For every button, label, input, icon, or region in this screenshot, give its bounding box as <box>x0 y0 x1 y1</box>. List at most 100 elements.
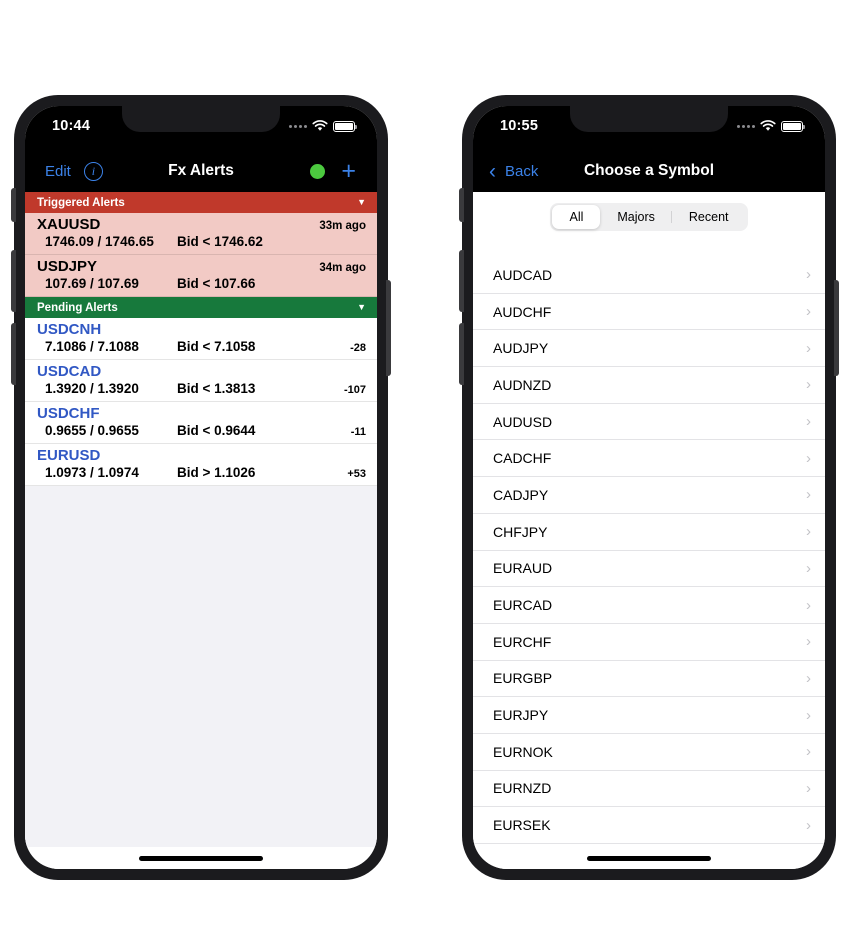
list-item[interactable]: EURNZD › <box>473 771 825 808</box>
phone-right-device: 10:55 ‹ Back Choose a Symbol All Majors … <box>459 95 839 880</box>
symbol-name: AUDJPY <box>493 340 549 357</box>
list-item[interactable]: EURAUD › <box>473 551 825 588</box>
symbol-name: EURCAD <box>493 597 553 614</box>
chevron-right-icon: › <box>806 486 811 504</box>
chevron-right-icon: › <box>806 706 811 724</box>
list-item[interactable]: AUDCHF › <box>473 294 825 331</box>
list-item[interactable]: CHFJPY › <box>473 514 825 551</box>
symbol-name: AUDCHF <box>493 303 552 320</box>
alert-timestamp: 34m ago <box>319 262 366 274</box>
table-row[interactable]: USDCHF 0.9655 / 0.9655 Bid < 0.9644 -11 <box>25 402 377 444</box>
chevron-right-icon: › <box>806 559 811 577</box>
table-row[interactable]: USDJPY 34m ago 107.69 / 107.69 Bid < 107… <box>25 255 377 297</box>
home-indicator[interactable] <box>587 855 711 861</box>
volume-down-button[interactable] <box>11 323 16 385</box>
chevron-right-icon: › <box>806 669 811 687</box>
wifi-icon <box>312 120 328 132</box>
volume-down-button[interactable] <box>459 323 464 385</box>
alert-condition: Bid < 1746.62 <box>177 234 263 249</box>
list-item[interactable]: AUDCAD › <box>473 257 825 294</box>
section-header-pending-label: Pending Alerts <box>37 301 118 314</box>
alert-price: 0.9655 / 0.9655 <box>45 423 139 438</box>
nav-left-group: Edit i <box>45 161 103 181</box>
volume-up-button[interactable] <box>459 250 464 312</box>
battery-icon <box>781 120 806 132</box>
alert-condition: Bid < 107.66 <box>177 276 256 291</box>
alert-price: 1.0973 / 1.0974 <box>45 465 139 480</box>
list-item[interactable]: EURNOK › <box>473 734 825 771</box>
list-item[interactable]: EURCAD › <box>473 587 825 624</box>
status-bar: 10:44 <box>25 106 377 150</box>
add-alert-button[interactable]: + <box>341 158 356 184</box>
status-bar: 10:55 <box>473 106 825 150</box>
power-button[interactable] <box>386 280 391 376</box>
symbol-name: EURNOK <box>493 743 553 760</box>
edit-button[interactable]: Edit <box>45 163 71 180</box>
chevron-left-icon[interactable]: ‹ <box>489 161 496 182</box>
alert-price: 7.1086 / 7.1088 <box>45 339 139 354</box>
chevron-right-icon: › <box>806 376 811 394</box>
table-row[interactable]: USDCNH 7.1086 / 7.1088 Bid < 7.1058 -28 <box>25 318 377 360</box>
chevron-right-icon: › <box>806 449 811 467</box>
phone-left-device: 10:44 Edit i Fx Alerts + Triggered Alert… <box>11 95 391 880</box>
table-row[interactable]: XAUUSD 33m ago 1746.09 / 1746.65 Bid < 1… <box>25 213 377 255</box>
section-header-pending[interactable]: Pending Alerts ▼ <box>25 297 377 318</box>
chevron-right-icon: › <box>806 816 811 834</box>
symbol-name: AUDCAD <box>493 266 553 283</box>
symbol-list: All Majors Recent AUDCAD › AUDCHF › AUDJ… <box>473 192 825 847</box>
alert-price: 1746.09 / 1746.65 <box>45 234 154 249</box>
chevron-right-icon: › <box>806 266 811 284</box>
home-indicator-area <box>25 847 377 869</box>
symbol-name: EURSEK <box>493 817 551 834</box>
signal-dots-icon <box>289 124 307 128</box>
alert-pips: +53 <box>347 468 366 480</box>
table-row[interactable]: EURUSD 1.0973 / 1.0974 Bid > 1.1026 +53 <box>25 444 377 486</box>
list-item[interactable]: EURCHF › <box>473 624 825 661</box>
symbol-name: EURGBP <box>493 670 553 687</box>
connection-status-dot-icon[interactable] <box>310 163 326 179</box>
chevron-right-icon: › <box>806 303 811 321</box>
status-bar-indicators <box>289 120 358 132</box>
mute-switch-button[interactable] <box>11 188 16 222</box>
list-item[interactable]: AUDNZD › <box>473 367 825 404</box>
wifi-icon <box>760 120 776 132</box>
home-indicator-area <box>473 847 825 869</box>
chevron-right-icon: › <box>806 596 811 614</box>
list-item[interactable]: EURGBP › <box>473 661 825 698</box>
battery-icon <box>333 120 358 132</box>
info-circle-icon[interactable]: i <box>83 161 103 181</box>
tab-majors[interactable]: Majors <box>600 205 672 229</box>
alert-price: 1.3920 / 1.3920 <box>45 381 139 396</box>
alert-condition: Bid < 7.1058 <box>177 339 256 354</box>
list-item[interactable]: CADCHF › <box>473 440 825 478</box>
fx-alerts-screen: 10:44 Edit i Fx Alerts + Triggered Alert… <box>25 106 377 869</box>
alert-condition: Bid < 0.9644 <box>177 423 256 438</box>
alert-symbol: EURUSD <box>37 447 101 464</box>
chevron-down-icon: ▼ <box>357 197 366 207</box>
alert-timestamp: 33m ago <box>319 220 366 232</box>
symbol-name: AUDNZD <box>493 376 552 393</box>
alert-price: 107.69 / 107.69 <box>45 276 139 291</box>
alerts-list: Triggered Alerts ▼ XAUUSD 33m ago 1746.0… <box>25 192 377 847</box>
mute-switch-button[interactable] <box>459 188 464 222</box>
list-item[interactable]: EURJPY › <box>473 697 825 734</box>
alert-pips: -28 <box>350 342 366 354</box>
section-header-triggered-label: Triggered Alerts <box>37 196 125 209</box>
alert-condition: Bid > 1.1026 <box>177 465 256 480</box>
list-item[interactable]: AUDJPY › <box>473 330 825 368</box>
home-indicator[interactable] <box>139 855 263 861</box>
symbol-name: EURAUD <box>493 560 553 577</box>
list-item[interactable]: AUDUSD › <box>473 404 825 441</box>
list-item[interactable]: EURSEK › <box>473 807 825 844</box>
volume-up-button[interactable] <box>11 250 16 312</box>
tab-all[interactable]: All <box>552 205 601 229</box>
status-bar-time: 10:55 <box>500 118 539 134</box>
power-button[interactable] <box>834 280 839 376</box>
section-header-triggered[interactable]: Triggered Alerts ▼ <box>25 192 377 213</box>
chevron-right-icon: › <box>806 413 811 431</box>
back-button[interactable]: Back <box>505 163 538 180</box>
tab-recent[interactable]: Recent <box>670 205 746 229</box>
list-item[interactable]: CADJPY › <box>473 477 825 514</box>
table-row[interactable]: USDCAD 1.3920 / 1.3920 Bid < 1.3813 -107 <box>25 360 377 402</box>
alert-symbol: USDCAD <box>37 363 102 380</box>
